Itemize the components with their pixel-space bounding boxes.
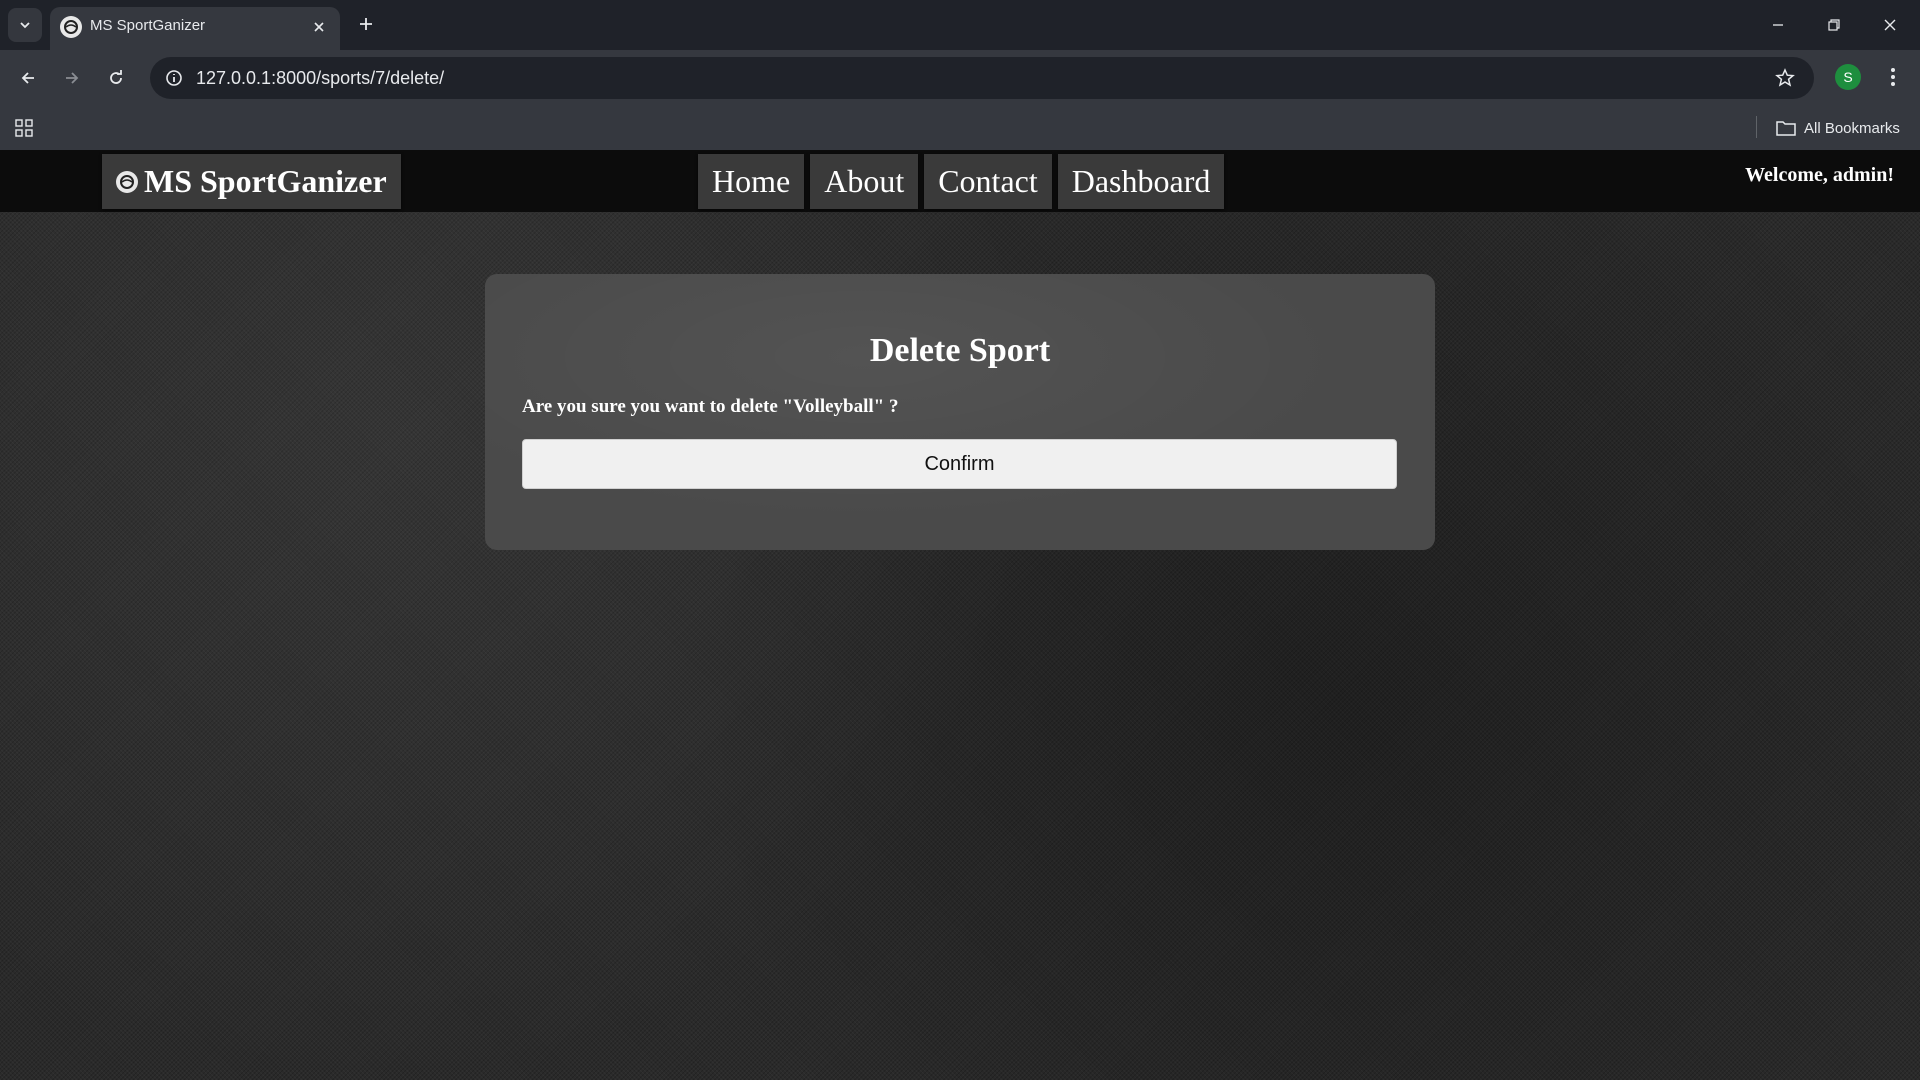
bookmarks-separator: [1756, 116, 1757, 138]
browser-tab-active[interactable]: MS SportGanizer: [50, 7, 340, 50]
brand-name: MS SportGanizer: [144, 163, 387, 199]
site-info-icon[interactable]: [158, 62, 190, 94]
close-icon: [1884, 19, 1896, 31]
minimize-icon: [1773, 24, 1783, 26]
reload-icon: [110, 70, 122, 84]
profile-avatar[interactable]: S: [1835, 64, 1861, 90]
page-viewport: MS SportGanizer Home About Contact Dashb…: [0, 150, 1920, 1080]
reload-button[interactable]: [100, 62, 132, 94]
nav-home-link[interactable]: Home: [698, 154, 805, 209]
browser-menu-icon[interactable]: [1878, 62, 1908, 92]
welcome-text: Welcome, admin!: [1745, 164, 1894, 186]
nav-contact-link[interactable]: Contact: [924, 154, 1052, 209]
confirmation-message: Are you sure you want to delete "Volleyb…: [522, 396, 899, 417]
address-bar[interactable]: 127.0.0.1:8000/sports/7/delete/: [150, 57, 1814, 99]
tab-search-button[interactable]: [8, 8, 42, 42]
minimize-window-button[interactable]: [1750, 0, 1806, 50]
forward-button[interactable]: [56, 62, 88, 94]
delete-confirmation-card: Delete Sport Are you sure you want to de…: [485, 274, 1435, 550]
arrow-left-icon: [21, 72, 34, 84]
browser-tab-strip: MS SportGanizer: [0, 0, 1920, 50]
chevron-down-icon: [20, 22, 30, 29]
brand-link[interactable]: MS SportGanizer: [102, 154, 401, 209]
restore-icon: [1828, 19, 1840, 31]
folder-icon: [1776, 121, 1796, 136]
bookmark-star-icon[interactable]: [1770, 63, 1800, 93]
nav-links: Home About Contact Dashboard: [698, 154, 1225, 209]
page-title: Delete Sport: [869, 332, 1051, 369]
bookmarks-bar: All Bookmarks: [0, 106, 1920, 150]
arrow-right-icon: [66, 72, 79, 84]
site-navbar: MS SportGanizer Home About Contact Dashb…: [0, 150, 1920, 212]
all-bookmarks-button[interactable]: All Bookmarks: [1776, 114, 1900, 142]
nav-dashboard-link[interactable]: Dashboard: [1057, 154, 1225, 209]
tab-title: MS SportGanizer: [90, 17, 206, 34]
sportganizer-logo-icon: [116, 170, 138, 193]
close-window-button[interactable]: [1862, 0, 1918, 50]
sportganizer-logo-icon: [60, 16, 82, 38]
browser-toolbar: 127.0.0.1:8000/sports/7/delete/ S: [0, 50, 1920, 106]
restore-window-button[interactable]: [1806, 0, 1862, 50]
plus-icon: [360, 18, 372, 30]
confirm-button[interactable]: Confirm: [522, 439, 1397, 489]
back-button[interactable]: [12, 62, 44, 94]
nav-about-link[interactable]: About: [810, 154, 919, 209]
url-text[interactable]: 127.0.0.1:8000/sports/7/delete/: [196, 68, 444, 89]
apps-grid-icon[interactable]: [12, 116, 36, 140]
close-tab-icon[interactable]: [308, 16, 330, 38]
all-bookmarks-label: All Bookmarks: [1804, 119, 1900, 137]
new-tab-button[interactable]: [352, 10, 380, 38]
